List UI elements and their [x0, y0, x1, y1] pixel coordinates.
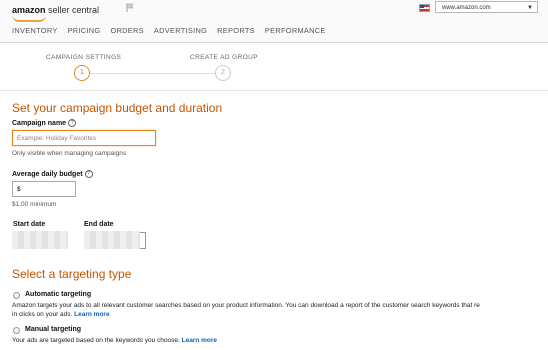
start-date-label: Start date	[13, 221, 46, 228]
automatic-targeting-desc-text: in clicks on your ads.	[12, 311, 73, 318]
nav-orders[interactable]: ORDERS	[110, 26, 143, 35]
start-date-picker[interactable]	[12, 231, 68, 249]
daily-budget-label-text: Average daily budget	[12, 170, 83, 178]
step-connector	[80, 73, 228, 74]
step-2-indicator[interactable]: 2	[215, 65, 231, 81]
logo-amazon-text: amazon	[12, 5, 46, 15]
automatic-targeting-label[interactable]: Automatic targeting	[25, 291, 91, 298]
nav-advertising[interactable]: ADVERTISING	[154, 26, 207, 35]
end-date-picker[interactable]	[84, 231, 140, 249]
marketplace-select[interactable]: www.amazon.com ▼	[435, 1, 538, 13]
campaign-name-label-text: Campaign name	[12, 119, 67, 127]
step-1-indicator[interactable]: 1	[74, 65, 90, 81]
seller-central-logo[interactable]: amazon seller central	[12, 5, 99, 15]
help-icon[interactable]: ?	[84, 170, 93, 178]
daily-budget-input[interactable]	[12, 181, 76, 197]
campaign-name-input[interactable]	[12, 130, 156, 146]
manual-targeting-label[interactable]: Manual targeting	[25, 326, 81, 333]
nav-pricing[interactable]: PRICING	[68, 26, 101, 35]
chevron-down-icon: ▼	[527, 5, 533, 11]
automatic-learn-more-link[interactable]: Learn more	[74, 311, 109, 318]
end-date-label: End date	[84, 221, 114, 228]
automatic-targeting-desc-2: in clicks on your ads. Learn more	[12, 311, 110, 318]
daily-budget-label: Average daily budget?	[12, 170, 93, 178]
campaign-name-hint: Only visible when managing campaigns	[12, 150, 127, 157]
amazon-smile-icon	[12, 15, 46, 22]
help-icon[interactable]: ?	[68, 119, 77, 127]
flag-icon[interactable]	[126, 3, 134, 12]
main-nav: INVENTORY PRICING ORDERS ADVERTISING REP…	[12, 26, 326, 35]
budget-section-heading: Set your campaign budget and duration	[12, 101, 223, 115]
marketplace-value: www.amazon.com	[442, 5, 491, 11]
targeting-section-heading: Select a targeting type	[12, 267, 132, 281]
step-label-create-ad-group: CREATE AD GROUP	[190, 54, 259, 61]
manual-learn-more-link[interactable]: Learn more	[182, 337, 217, 344]
nav-performance[interactable]: PERFORMANCE	[265, 26, 326, 35]
top-header: amazon seller central INVENTORY PRICING …	[0, 0, 548, 43]
campaign-name-label: Campaign name?	[12, 119, 77, 127]
nav-inventory[interactable]: INVENTORY	[12, 26, 58, 35]
manual-targeting-desc-text: Your ads are targeted based on the keywo…	[12, 337, 180, 344]
manual-targeting-radio[interactable]	[13, 327, 20, 334]
automatic-targeting-desc-1: Amazon targets your ads to all relevant …	[12, 302, 480, 309]
automatic-targeting-radio[interactable]	[13, 292, 20, 299]
manual-targeting-desc: Your ads are targeted based on the keywo…	[12, 337, 217, 344]
end-date-field-edge	[140, 232, 146, 249]
step-label-campaign-settings: CAMPAIGN SETTINGS	[46, 54, 122, 61]
us-flag-icon	[419, 4, 430, 12]
logo-seller-central-text: seller central	[45, 5, 100, 15]
divider	[0, 90, 548, 91]
daily-budget-hint: $1.00 minimum	[12, 201, 57, 208]
nav-reports[interactable]: REPORTS	[217, 26, 255, 35]
